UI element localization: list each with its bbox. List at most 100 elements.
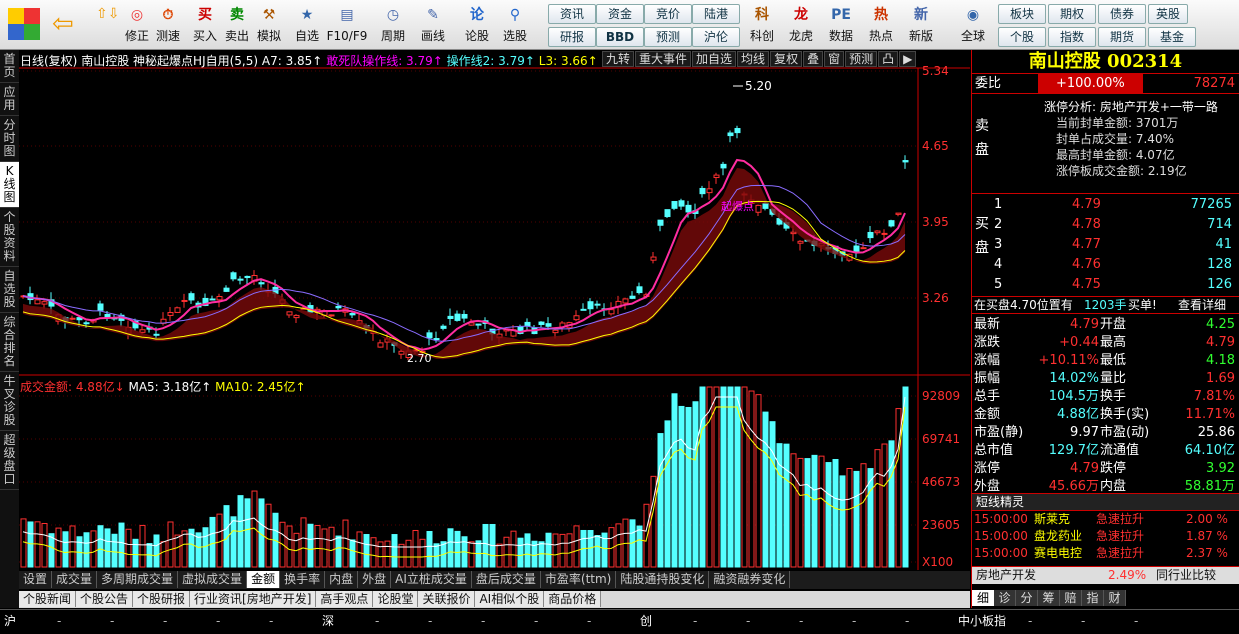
side-tab-5[interactable]: 自选股 [0, 267, 19, 313]
toolbar-button-8[interactable]: ✎ 画线 [412, 2, 454, 48]
candle-body [216, 296, 223, 301]
indicator-tab-5[interactable]: 换手率 [280, 571, 326, 588]
chart-tool-5[interactable]: 叠 [803, 51, 824, 67]
toolbar-button-13[interactable]: PE 数据 [820, 2, 862, 48]
bid-cell: 4.76 [1072, 257, 1101, 272]
volume-bar [69, 525, 76, 568]
toolbar-button-10[interactable]: ⚲ 选股 [494, 2, 536, 48]
chart-tool-3[interactable]: 均线 [737, 51, 770, 67]
candle-body [678, 200, 685, 207]
toolbar-small-12[interactable]: 个股 [998, 27, 1046, 47]
toolbar-small-2[interactable]: 竞价 [644, 4, 692, 24]
side-tab-1[interactable]: 应用 [0, 83, 19, 116]
panel-tab-6[interactable]: 财 [1104, 590, 1126, 606]
alert-row-2[interactable]: 15:00:00 赛电电控 急速拉升 2.37 % [972, 545, 1239, 562]
toolbar-button-11[interactable]: 科科创 [741, 2, 783, 48]
volume-bar [797, 457, 804, 568]
toolbar-small-7[interactable]: 沪伦 [692, 27, 740, 47]
toolbar-button-15[interactable]: 新新版 [900, 2, 942, 48]
indicator-tab-11[interactable]: 陆股通持股变化 [616, 571, 710, 588]
indicator-tab-12[interactable]: 融资融券变化 [709, 571, 791, 588]
indicator-tab-7[interactable]: 外盘 [358, 571, 392, 588]
toolbar-small-15[interactable]: 基金 [1148, 27, 1196, 47]
indicator-tab-6[interactable]: 内盘 [325, 571, 359, 588]
toolbar-small-11[interactable]: 英股 [1148, 4, 1188, 24]
alert-row-1[interactable]: 15:00:00 盘龙药业 急速拉升 1.87 % [972, 528, 1239, 545]
alert-cell: 15:00:00 [974, 512, 1028, 526]
indicator-tab-0[interactable]: 设置 [19, 571, 53, 588]
toolbar-small-13[interactable]: 指数 [1048, 27, 1096, 47]
back-arrow-icon[interactable]: ⇦ [52, 10, 74, 38]
side-tab-4[interactable]: 个股资料 [0, 208, 19, 267]
indicator-tab-3[interactable]: 虚拟成交量 [178, 571, 248, 588]
toolbar-button-16[interactable]: ◉ 全球 [952, 2, 994, 48]
toolbar-small-5[interactable]: BBD [596, 27, 644, 47]
chart-tool-9[interactable]: ▶ [899, 51, 917, 67]
toolbar-small-10[interactable]: 债券 [1098, 4, 1146, 24]
panel-tab-2[interactable]: 分 [1016, 590, 1038, 606]
side-tab-8[interactable]: 超级盘口 [0, 431, 19, 490]
toolbar-small-8[interactable]: 板块 [998, 4, 1046, 24]
side-tab-6[interactable]: 综合排名 [0, 313, 19, 372]
panel-tab-1[interactable]: 诊 [994, 590, 1016, 606]
info-tab-8[interactable]: 商品价格 [544, 591, 602, 607]
info-tab-2[interactable]: 个股研报 [133, 591, 191, 607]
toolbar-button-5[interactable]: ★ 自选 [286, 2, 328, 48]
quote-row-1: 涨跌 +0.44 最高 4.79 [972, 334, 1239, 352]
k-line-chart[interactable]: 5.34 4.65 3.95 3.26 92809 69741 46673 23605 X100… [19, 50, 970, 570]
toolbar-button-6[interactable]: ▤ F10/F9 [326, 2, 368, 48]
chart-tool-2[interactable]: 加自选 [692, 51, 737, 67]
panel-tab-3[interactable]: 筹 [1038, 590, 1060, 606]
side-tab-7[interactable]: 牛叉诊股 [0, 372, 19, 431]
industry-compare-button[interactable]: 同行业比较 [1156, 567, 1216, 584]
toolbar-button-14[interactable]: 热热点 [860, 2, 902, 48]
toolbar-small-1[interactable]: 资金 [596, 4, 644, 24]
indicator-tab-4[interactable]: 金额 [247, 571, 281, 588]
chart-tool-8[interactable]: 凸 [878, 51, 899, 67]
l3-value: L3: 3.66↑ [538, 54, 598, 68]
chart-tool-1[interactable]: 重大事件 [635, 51, 692, 67]
info-tab-7[interactable]: AI相似个股 [475, 591, 545, 607]
indicator-tab-8[interactable]: AI立桩成交量 [391, 571, 472, 588]
toolbar-icon-14: 热 [874, 7, 888, 23]
panel-tab-5[interactable]: 指 [1082, 590, 1104, 606]
side-tab-3[interactable]: K线图 [0, 162, 19, 208]
chart-tool-7[interactable]: 预测 [845, 51, 878, 67]
alert-cell: 2.00 % [1186, 512, 1228, 526]
info-tab-5[interactable]: 论股堂 [373, 591, 419, 607]
depth-detail-link[interactable]: 查看详细 [1178, 297, 1226, 314]
info-tab-4[interactable]: 高手观点 [316, 591, 374, 607]
toolbar-button-12[interactable]: 龙龙虎 [780, 2, 822, 48]
toolbar-small-4[interactable]: 研报 [548, 27, 596, 47]
info-tab-1[interactable]: 个股公告 [76, 591, 134, 607]
panel-tab-0[interactable]: 细 [972, 590, 994, 606]
toolbar-small-9[interactable]: 期权 [1048, 4, 1096, 24]
chart-tool-0[interactable]: 九转 [602, 51, 635, 67]
side-tab-0[interactable]: 首页 [0, 50, 19, 83]
side-tab-2[interactable]: 分时图 [0, 116, 19, 162]
info-tab-6[interactable]: 关联报价 [418, 591, 476, 607]
chart-tool-4[interactable]: 复权 [770, 51, 803, 67]
quote-cell: 换手(实) [1100, 407, 1150, 422]
toolbar-small-3[interactable]: 陆港 [692, 4, 740, 24]
volume-bar [132, 538, 139, 568]
toolbar-small-14[interactable]: 期货 [1098, 27, 1146, 47]
chart-tool-6[interactable]: 窗 [824, 51, 845, 67]
indicator-tab-10[interactable]: 市盈率(ttm) [541, 571, 617, 588]
toolbar-small-0[interactable]: 资讯 [548, 4, 596, 24]
up-down-arrow-icon[interactable]: ⇧⇩ [96, 4, 119, 24]
indicator-tab-9[interactable]: 盘后成交量 [472, 571, 541, 588]
toolbar-small-6[interactable]: 预测 [644, 27, 692, 47]
info-tab-0[interactable]: 个股新闻 [19, 591, 77, 607]
toolbar-button-4[interactable]: ⚒ 模拟 [248, 2, 290, 48]
indicator-tab-1[interactable]: 成交量 [52, 571, 98, 588]
toolbar-button-9[interactable]: 论论股 [456, 2, 498, 48]
indicator-tab-2[interactable]: 多周期成交量 [97, 571, 179, 588]
toolbar-button-1[interactable]: ⏱ 测速 [147, 2, 189, 48]
volume-bar [713, 386, 720, 568]
toolbar-button-7[interactable]: ◷ 周期 [372, 2, 414, 48]
alert-row-0[interactable]: 15:00:00 斯莱克 急速拉升 2.00 % [972, 511, 1239, 528]
bid-cell: 4 [994, 257, 1003, 272]
info-tab-3[interactable]: 行业资讯[房地产开发] [190, 591, 317, 607]
panel-tab-4[interactable]: 赔 [1060, 590, 1082, 606]
